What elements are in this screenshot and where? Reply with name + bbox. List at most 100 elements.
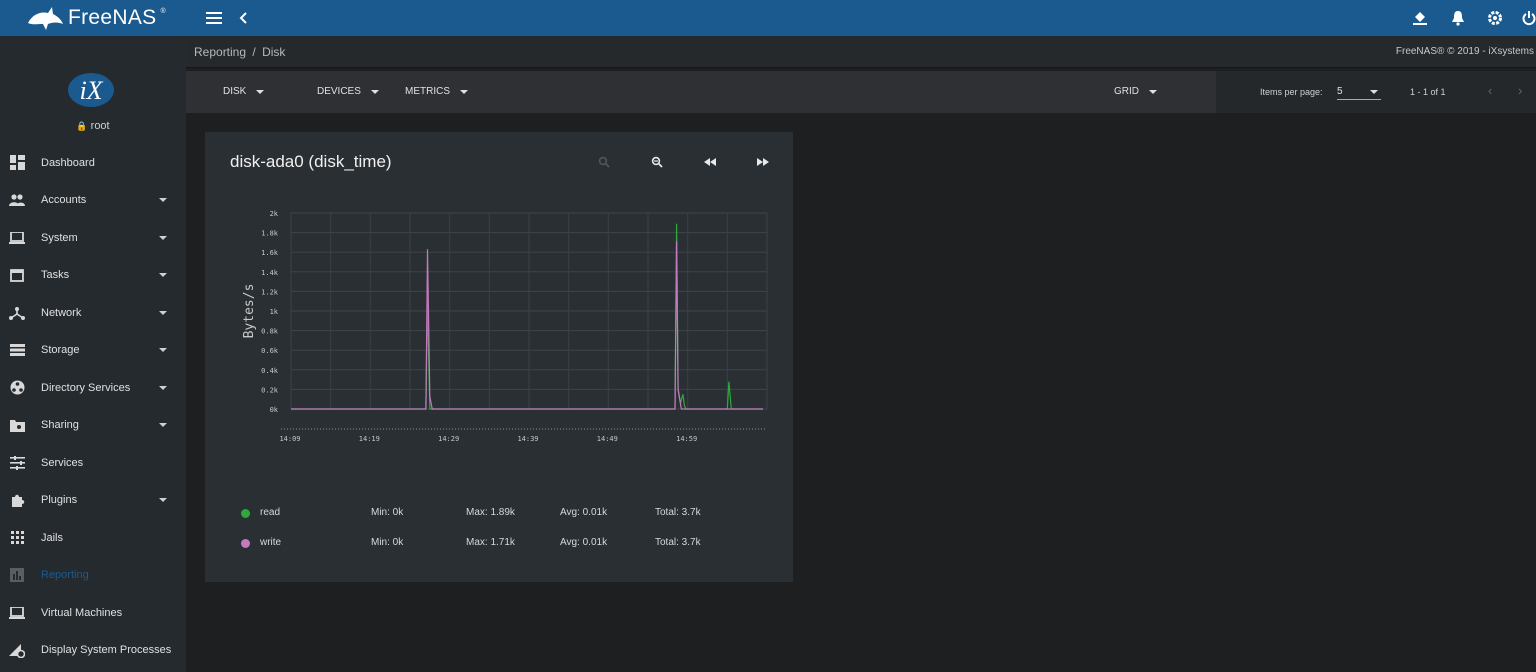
system-icon — [9, 230, 25, 246]
expand-caret-icon — [159, 385, 167, 390]
items-per-page-value: 5 — [1337, 86, 1343, 97]
y-tick-label: 1.8k — [261, 230, 279, 238]
y-tick-label: 1.6k — [261, 249, 279, 257]
items-per-page-select[interactable]: 5 — [1337, 84, 1381, 100]
sidebar-item-sharing[interactable]: Sharing — [0, 407, 186, 444]
sidebar-item-label: System — [41, 231, 78, 244]
legend-total: Total: 3.7k — [655, 507, 701, 518]
sidebar-item-label: Virtual Machines — [41, 606, 123, 619]
sidebar-item-directory-services[interactable]: Directory Services — [0, 369, 186, 406]
expand-caret-icon — [159, 310, 167, 315]
sidebar-item-accounts[interactable]: Accounts — [0, 182, 186, 219]
grid-dropdown[interactable]: GRID — [1114, 86, 1157, 97]
zoom-in-icon[interactable] — [593, 153, 615, 171]
zoom-out-icon[interactable] — [646, 153, 668, 171]
y-tick-label: 0.2k — [261, 386, 279, 394]
sidebar-item-services[interactable]: Services — [0, 444, 186, 481]
freenas-shark-icon — [28, 7, 63, 30]
expand-caret-icon — [159, 235, 167, 240]
y-tick-label: 0.8k — [261, 328, 279, 336]
legend-color-dot — [241, 509, 250, 518]
expand-caret-icon — [159, 273, 167, 277]
expand-caret-icon — [159, 498, 167, 502]
accounts-icon — [9, 192, 25, 208]
menu-icon[interactable] — [204, 8, 224, 28]
sidebar-item-tasks[interactable]: Tasks — [0, 257, 186, 294]
legend-name: read — [260, 507, 281, 518]
fast-forward-icon[interactable] — [752, 153, 774, 171]
legend-row-write: write Min: 0k Max: 1.71k Avg: 0.01k Total: 3… — [241, 536, 761, 552]
bell-icon[interactable] — [1448, 8, 1468, 28]
sidebar-item-display-system-processes[interactable]: Display System Processes — [0, 632, 186, 669]
sidebar-item-label: Services — [41, 456, 84, 469]
sidebar-item-label: Network — [41, 306, 82, 319]
x-tick-label: 14:19 — [359, 435, 380, 443]
sidebar-item-label: Dashboard — [41, 156, 95, 169]
sidebar-item-system[interactable]: System — [0, 219, 186, 256]
sidebar-item-reporting[interactable]: Reporting — [0, 557, 186, 594]
power-icon[interactable] — [1519, 8, 1536, 28]
sidebar-item-dashboard[interactable]: Dashboard — [0, 144, 186, 181]
series-line-read — [291, 223, 763, 410]
main-content: Reporting / Disk FreeNAS® © 2019 - iXsys… — [186, 36, 1536, 672]
breadcrumb-bar: Reporting / Disk FreeNAS® © 2019 - iXsys… — [186, 36, 1536, 68]
disk-dropdown-label: DISK — [223, 86, 247, 97]
sidebar-item-plugins[interactable]: Plugins — [0, 482, 186, 519]
dropdown-arrow-icon — [370, 89, 379, 94]
previous-page-icon[interactable]: ‹ — [1488, 83, 1492, 98]
current-user: 🔒 root — [0, 120, 186, 132]
disk-dropdown[interactable]: DISK — [223, 86, 265, 97]
sidebar-item-storage[interactable]: Storage — [0, 332, 186, 369]
y-tick-label: 1k — [270, 308, 279, 316]
svg-text:iX: iX — [79, 76, 103, 105]
legend-max: Max: 1.71k — [466, 537, 515, 548]
dropdown-arrow-icon — [1149, 89, 1157, 94]
legend-avg: Avg: 0.01k — [560, 537, 608, 548]
sharing-icon — [9, 417, 25, 433]
metrics-dropdown[interactable]: METRICS — [405, 86, 468, 97]
bucket-icon[interactable] — [1410, 8, 1430, 28]
gear-icon[interactable] — [1485, 8, 1505, 28]
legend-name: write — [260, 537, 282, 548]
virtual-machines-icon — [9, 605, 25, 621]
processes-icon — [9, 642, 25, 658]
breadcrumb-parent[interactable]: Reporting — [194, 45, 246, 59]
sidebar-item-virtual-machines[interactable]: Virtual Machines — [0, 594, 186, 631]
sidebar-item-label: Plugins — [41, 494, 78, 506]
grid-dropdown-label: GRID — [1114, 86, 1139, 97]
lock-icon: 🔒 — [76, 121, 88, 131]
sidebar-item-label: Display System Processes — [41, 644, 172, 656]
devices-dropdown[interactable]: DEVICES — [317, 86, 379, 97]
freenas-logo[interactable]: FreeNAS ® — [26, 4, 166, 32]
report-card: disk-ada0 (disk_time) 0k 0.2k 0.4k 0.6k 0.8k… — [205, 132, 793, 582]
sidebar-item-network[interactable]: Network — [0, 294, 186, 331]
sidebar-item-label: Sharing — [41, 419, 79, 431]
devices-dropdown-label: DEVICES — [317, 86, 361, 97]
expand-caret-icon — [159, 348, 167, 352]
breadcrumb-current: Disk — [262, 45, 286, 59]
sidebar-item-jails[interactable]: Jails — [0, 519, 186, 556]
trademark: ® — [160, 8, 166, 15]
copyright: FreeNAS® © 2019 - iXsystems — [1395, 46, 1534, 57]
username: root — [90, 120, 110, 132]
next-page-icon[interactable]: › — [1518, 83, 1522, 98]
page-range-label: 1 - 1 of 1 — [1410, 87, 1446, 97]
x-tick-label: 14:49 — [597, 435, 618, 443]
jails-icon — [9, 530, 25, 546]
dropdown-arrow-icon — [1370, 90, 1378, 94]
dashboard-icon — [9, 155, 25, 171]
chevron-left-icon[interactable] — [234, 8, 254, 28]
y-tick-label: 0.4k — [261, 367, 279, 375]
x-tick-label: 14:29 — [438, 435, 459, 443]
storage-icon — [9, 342, 25, 358]
rewind-icon[interactable] — [699, 153, 721, 171]
disk-time-chart[interactable]: 0k 0.2k 0.4k 0.6k 0.8k 1k 1.2k 1.4k 1.6k 1.8k 2k 14… — [231, 198, 776, 448]
top-bar: FreeNAS ® — [0, 0, 1536, 36]
legend-min: Min: 0k — [371, 507, 404, 518]
legend-min: Min: 0k — [371, 537, 404, 548]
items-per-page-label: Items per page: — [1260, 87, 1323, 97]
tasks-icon — [9, 267, 25, 283]
y-tick-label: 1.2k — [261, 288, 279, 296]
series-line-write — [291, 241, 763, 410]
expand-caret-icon — [159, 423, 167, 427]
